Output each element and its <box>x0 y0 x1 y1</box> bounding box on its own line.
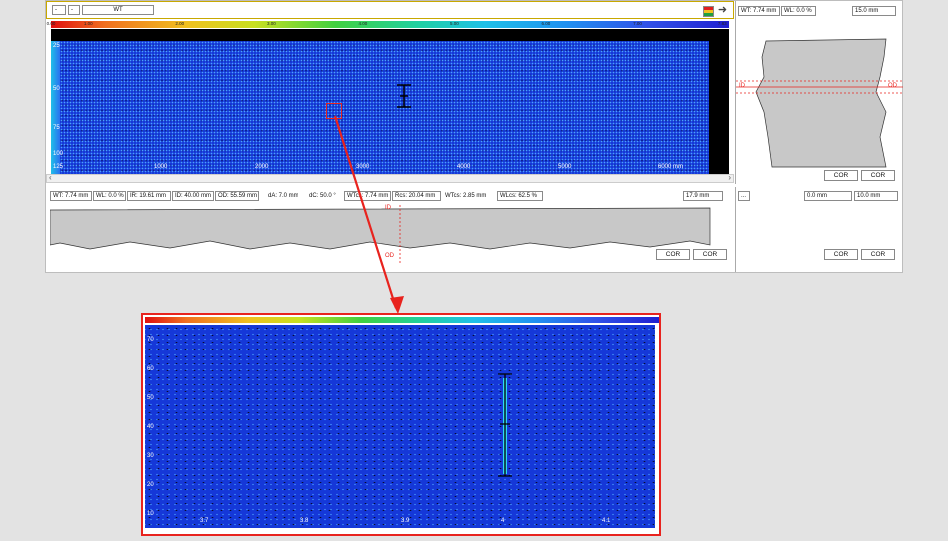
zoom-inset: 70 60 50 40 30 20 10 3.7 3.8 3.9 4 4.1 <box>141 313 661 536</box>
right-bottom-cor-button-1[interactable]: COR <box>824 249 858 260</box>
zoom-x-label: 3.9 <box>401 518 410 524</box>
right-profile-graph <box>736 38 903 168</box>
scale-tick: 5.00 <box>450 21 459 26</box>
ir-readout: IR: 19.61 mm <box>127 191 171 201</box>
cscan-x-label: 1000 <box>154 164 168 170</box>
cscan-x-label: 4000 <box>457 164 471 170</box>
scroll-left-icon[interactable]: ‹ <box>49 173 52 182</box>
zoom-y-label: 70 <box>147 337 154 343</box>
scale-tick: 3.00 <box>266 21 276 26</box>
zoom-y-label: 60 <box>147 366 154 372</box>
scale-readout[interactable]: 17.9 mm <box>683 191 723 201</box>
right-bottom-cor-button-2[interactable]: COR <box>861 249 895 260</box>
zoom-y-label: 10 <box>147 511 154 517</box>
zoom-x-label: 4 <box>501 518 505 524</box>
zoom-y-label: 50 <box>147 395 154 401</box>
wlcs-readout: WLcs: 62.5 % <box>497 191 543 201</box>
scroll-right-icon[interactable]: › <box>728 173 731 182</box>
right-bottom-panel: ... 0.0 mm 10.0 mm COR COR <box>735 187 902 272</box>
right-scale-readout[interactable]: 15.0 mm <box>852 6 896 16</box>
cscan-y-label: 25 <box>53 43 60 49</box>
cor-button-2[interactable]: COR <box>693 249 727 260</box>
right-top-panel: WT: 7.74 mm WL: 0.0 % 15.0 mm ID OD COR … <box>735 1 903 184</box>
zoom-color-scale <box>145 317 659 323</box>
channel-select[interactable]: WT <box>82 5 154 15</box>
main-window: - - WT ➜ 0.00 1.00 2.00 3.00 4.00 5.00 6… <box>45 0 903 273</box>
cor-button-1[interactable]: COR <box>656 249 690 260</box>
cscan-x-label: 2000 <box>255 164 269 170</box>
scale-tick: 7.00 <box>633 21 642 26</box>
zoom-cscan-image[interactable]: 70 60 50 40 30 20 10 3.7 3.8 3.9 4 4.1 <box>145 325 655 528</box>
cscan-x-label: 5000 <box>558 164 572 170</box>
color-scale-bar: 0.00 1.00 2.00 3.00 4.00 5.00 6.00 7.00 … <box>47 21 729 28</box>
da-readout: dA: 7.0 mm <box>265 191 299 201</box>
scale-tick: 2.00 <box>175 21 185 26</box>
scale-tick: 1.00 <box>83 21 93 26</box>
zoom-y-label: 40 <box>147 424 154 430</box>
scale-tick: 0.00 <box>46 21 56 26</box>
scale-tick: 4.00 <box>358 21 368 26</box>
zoom-y-label: 30 <box>147 453 154 459</box>
right-bottom-select[interactable]: ... <box>738 191 750 201</box>
zoom-x-label: 4.1 <box>602 518 611 524</box>
right-wl-readout: WL: 0.0 % <box>781 6 816 16</box>
right-bottom-scale-readout[interactable]: 10.0 mm <box>854 191 898 201</box>
palette-icon[interactable] <box>703 6 714 17</box>
dwtcs-readout: WTcs: 2.85 mm <box>442 191 494 201</box>
cscan-y-label: 125 <box>53 164 64 170</box>
arrow-right-icon[interactable]: ➜ <box>716 5 729 17</box>
cscan-x-label: 6000 mm <box>658 164 684 170</box>
cscan-y-label: 100 <box>53 151 64 157</box>
zoom-defect-marker[interactable] <box>495 370 515 480</box>
zoom-callout-arrow <box>333 115 404 314</box>
right-cor-button-1[interactable]: COR <box>824 170 858 181</box>
scale-tick: 7.83 <box>717 21 727 26</box>
wl-readout: WL: 0.0 % <box>93 191 126 201</box>
zoom-x-label: 3.7 <box>200 518 209 524</box>
cscan-y-label: 75 <box>53 125 60 131</box>
top-toolbar: - - WT ➜ <box>46 1 734 19</box>
right-cor-button-2[interactable]: COR <box>861 170 895 181</box>
cscan-y-label: 50 <box>53 86 60 92</box>
view-select-2[interactable]: - <box>68 5 80 15</box>
right-wt-readout: WT: 7.74 mm <box>738 6 780 16</box>
od-readout: OD: 55.59 mm <box>215 191 259 201</box>
view-select-1[interactable]: - <box>52 5 66 15</box>
zoom-y-label: 20 <box>147 482 154 488</box>
right-od-marker: OD <box>888 83 897 89</box>
scale-tick: 6.00 <box>541 21 551 26</box>
wt-readout: WT: 7.74 mm <box>50 191 92 201</box>
right-id-marker: ID <box>739 83 745 89</box>
right-offset-readout[interactable]: 0.0 mm <box>804 191 852 201</box>
zoom-x-label: 3.8 <box>300 518 309 524</box>
id-readout: ID: 40.00 mm <box>172 191 214 201</box>
